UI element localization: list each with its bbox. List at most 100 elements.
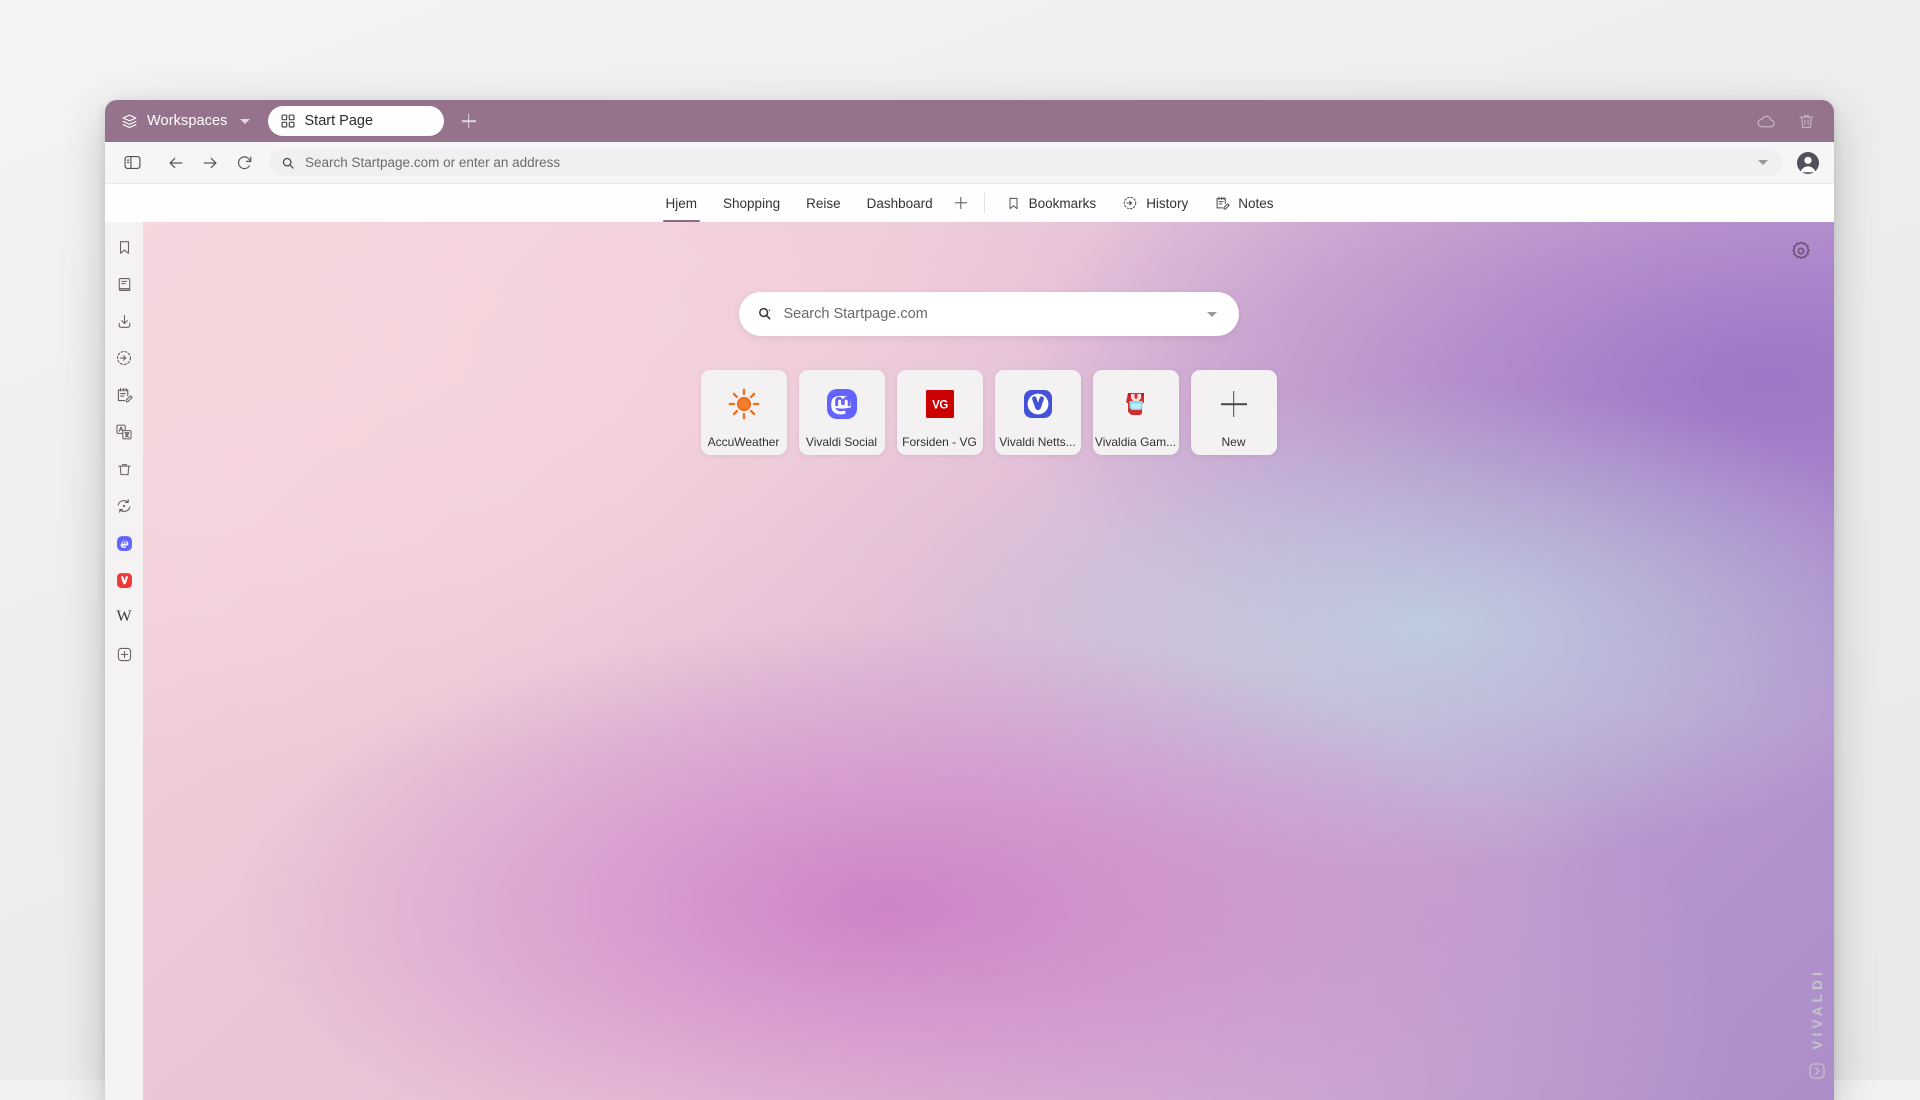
avatar[interactable] (1796, 151, 1820, 175)
vivaldi-v-icon (1020, 386, 1056, 422)
translate-icon (115, 423, 133, 441)
tab-title: Start Page (305, 113, 374, 129)
vivaldi-circle-chevron-icon[interactable] (1808, 1062, 1826, 1080)
bookmark-bar: Hjem Shopping Reise Dashboard Bookmarks (105, 184, 1834, 222)
nav-item-label: Reise (806, 196, 841, 211)
rail-item-bookmarks[interactable] (109, 232, 139, 262)
plus-icon (1216, 386, 1252, 422)
speed-dial-forsiden-vg[interactable]: VG Forsiden - VG (897, 370, 983, 455)
browser-window: Workspaces Start Page (105, 100, 1834, 1100)
start-page: Search Startpage.com (143, 222, 1834, 1100)
trash-icon[interactable] (1797, 112, 1816, 131)
address-bar-dropdown-icon[interactable] (1758, 160, 1768, 165)
navbar-divider (984, 193, 985, 213)
speed-dial-vivaldia-game[interactable]: Vivaldia Gam... (1093, 370, 1179, 455)
trash-icon (116, 461, 133, 478)
reload-button[interactable] (227, 146, 261, 180)
back-button[interactable] (159, 146, 193, 180)
rail-item-trash[interactable] (109, 454, 139, 484)
nav-item-hjem[interactable]: Hjem (653, 184, 711, 222)
speed-dial-label: Vivaldi Social (806, 435, 877, 449)
reload-icon (235, 153, 254, 172)
tab-strip: Workspaces Start Page (105, 100, 1834, 142)
bookmark-icon (116, 239, 133, 256)
sync-icon (115, 497, 133, 515)
svg-text:VG: VG (932, 400, 948, 412)
speed-dial-grid-icon (281, 114, 295, 128)
nav-item-notes[interactable]: Notes (1201, 184, 1286, 222)
cloud-icon[interactable] (1756, 111, 1777, 132)
accuweather-sun-icon (726, 386, 762, 422)
arrow-right-icon (200, 153, 220, 173)
workspaces-label: Workspaces (147, 113, 228, 129)
rail-item-history[interactable] (109, 343, 139, 373)
vivaldi-watermark-text: VIVALDI (1810, 968, 1825, 1050)
rail-item-add-web-panel[interactable] (109, 639, 139, 669)
navigation-toolbar: Search Startpage.com or enter an address (105, 142, 1834, 184)
speed-dial-new[interactable]: New (1191, 370, 1277, 455)
mastodon-icon (116, 535, 133, 552)
nav-item-shopping[interactable]: Shopping (710, 184, 793, 222)
vg-logo-icon: VG (922, 386, 958, 422)
arrow-left-icon (166, 153, 186, 173)
nav-item-label: Hjem (666, 196, 698, 211)
rail-item-translate[interactable] (109, 417, 139, 447)
vivaldi-icon (116, 572, 133, 589)
notes-icon (1214, 195, 1230, 211)
vivaldia-helmet-icon (1118, 386, 1154, 422)
add-start-page-button[interactable] (946, 184, 976, 222)
wikipedia-w-icon: W (116, 608, 131, 626)
workspaces-button[interactable]: Workspaces (117, 106, 256, 136)
tab-start-page[interactable]: Start Page (268, 106, 444, 136)
rail-item-sync[interactable] (109, 491, 139, 521)
speed-dial-vivaldi-social[interactable]: Vivaldi Social (799, 370, 885, 455)
startpage-search-bar[interactable]: Search Startpage.com (739, 292, 1239, 336)
speed-dial-label: Vivaldi Netts... (999, 435, 1075, 449)
notes-icon (115, 386, 133, 404)
startpage-search-dropdown-icon[interactable] (1207, 312, 1217, 317)
speed-dial-label: Forsiden - VG (902, 435, 977, 449)
speed-dial-label: AccuWeather (708, 435, 780, 449)
speed-dial-label: Vivaldia Gam... (1095, 435, 1176, 449)
nav-item-dashboard[interactable]: Dashboard (854, 184, 946, 222)
panel-rail: W (105, 222, 143, 1100)
stack-icon (121, 113, 138, 130)
mastodon-icon (824, 386, 860, 422)
nav-item-label: Dashboard (867, 196, 933, 211)
desktop-backdrop: Workspaces Start Page (0, 0, 1920, 1080)
speed-dial-accuweather[interactable]: AccuWeather (701, 370, 787, 455)
address-bar-placeholder: Search Startpage.com or enter an address (305, 155, 1748, 170)
search-engine-icon[interactable] (757, 306, 773, 322)
nav-item-label: Shopping (723, 196, 780, 211)
nav-item-label: History (1146, 196, 1188, 211)
history-icon (1122, 195, 1138, 211)
plus-box-icon (116, 646, 133, 663)
panel-toggle-button[interactable] (115, 146, 149, 180)
forward-button[interactable] (193, 146, 227, 180)
rail-item-downloads[interactable] (109, 306, 139, 336)
rail-item-reading-list[interactable] (109, 269, 139, 299)
vivaldi-watermark: VIVALDI (1808, 968, 1826, 1080)
nav-item-bookmarks[interactable]: Bookmarks (993, 184, 1110, 222)
speed-dial-label: New (1221, 435, 1245, 449)
nav-item-label: Bookmarks (1029, 196, 1097, 211)
nav-item-reise[interactable]: Reise (793, 184, 854, 222)
window-body: W (105, 222, 1834, 1100)
nav-item-history[interactable]: History (1109, 184, 1201, 222)
chevron-down-icon (240, 119, 250, 124)
search-icon (281, 156, 295, 170)
speed-dial-vivaldi-nettsted[interactable]: Vivaldi Netts... (995, 370, 1081, 455)
rail-item-vivaldi[interactable] (109, 565, 139, 595)
rail-item-wikipedia[interactable]: W (109, 602, 139, 632)
rail-item-mastodon[interactable] (109, 528, 139, 558)
gear-icon[interactable] (1790, 240, 1812, 262)
history-icon (115, 349, 133, 367)
nav-item-label: Notes (1238, 196, 1273, 211)
new-tab-button[interactable] (454, 106, 484, 136)
rail-item-notes[interactable] (109, 380, 139, 410)
address-bar[interactable]: Search Startpage.com or enter an address (269, 149, 1782, 176)
startpage-search-placeholder: Search Startpage.com (784, 306, 1196, 322)
tabstrip-right-actions (1756, 111, 1820, 132)
reading-list-icon (116, 276, 133, 293)
download-icon (116, 313, 133, 330)
